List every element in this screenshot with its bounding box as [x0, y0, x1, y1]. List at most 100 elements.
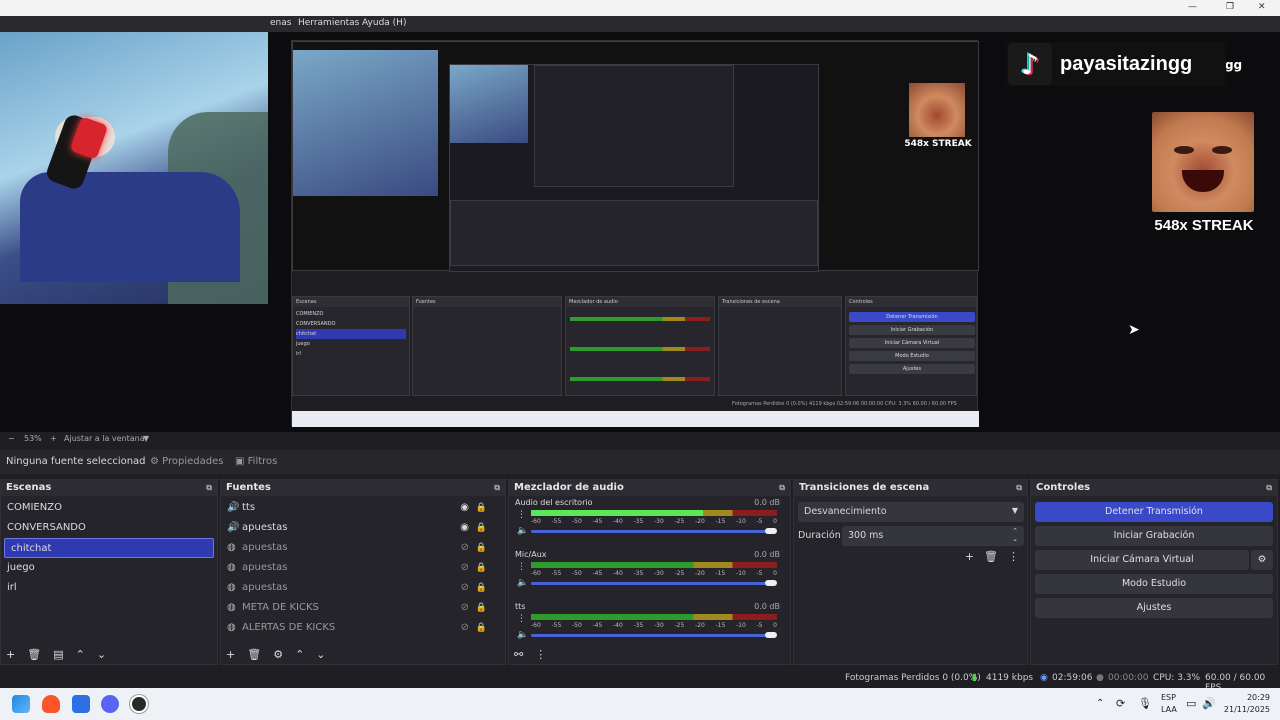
- source-item[interactable]: 🔊 apuestas ◉ 🔒: [221, 518, 505, 538]
- source-item[interactable]: 🔊 tts ◉ 🔒: [221, 498, 505, 518]
- clock-time[interactable]: 20:29: [1230, 693, 1270, 702]
- source-item[interactable]: ◍ META DE KICKS ⊘ 🔒: [221, 598, 505, 618]
- tiktok-icon: ♪: [1008, 43, 1052, 85]
- mixer-header: Mezclador de audio ⧉: [509, 480, 790, 496]
- eye-off-icon[interactable]: ⊘: [461, 578, 469, 598]
- menu-dots-icon[interactable]: ⋮: [517, 510, 526, 520]
- menu-tools[interactable]: Herramientas: [298, 18, 359, 28]
- properties-bar: Ninguna fuente seleccionad ⚙ Propiedades…: [0, 450, 1280, 474]
- filters-button[interactable]: ▣ Filtros: [235, 456, 277, 467]
- nested-status: Fotogramas Perdidos 0 (0.0%) 4119 kbps 0…: [732, 401, 957, 407]
- gear-icon[interactable]: ⚙: [273, 648, 283, 661]
- lock-icon[interactable]: 🔒: [476, 538, 487, 558]
- windows-start-icon[interactable]: [12, 695, 30, 713]
- slider-handle[interactable]: [765, 632, 777, 638]
- trash-icon[interactable]: 🗑: [27, 648, 41, 661]
- lock-icon[interactable]: 🔒: [476, 598, 487, 618]
- lock-icon[interactable]: 🔒: [476, 618, 487, 638]
- app-icon[interactable]: [72, 695, 90, 713]
- menu-dots-icon[interactable]: ⋮: [535, 648, 546, 661]
- chevron-down-icon[interactable]: ⌄: [316, 648, 325, 661]
- obs-icon[interactable]: [130, 695, 148, 713]
- lock-icon[interactable]: 🔒: [476, 518, 487, 538]
- lock-icon[interactable]: 🔒: [476, 578, 487, 598]
- mic-icon[interactable]: 🎙: [1138, 697, 1152, 710]
- pin-icon[interactable]: ⧉: [494, 483, 500, 493]
- gear-icon[interactable]: ⚙: [1251, 550, 1273, 570]
- close-icon[interactable]: ✕: [1258, 2, 1266, 12]
- preview-canvas[interactable]: ♪ payasitazingg Escenas COMIENZO CONVERS…: [0, 32, 1280, 432]
- source-item[interactable]: ◍ ALERTAS DE KICKS ⊘ 🔒: [221, 618, 505, 638]
- trash-icon[interactable]: 🗑: [984, 550, 998, 563]
- menu-dots-icon[interactable]: ⋮: [517, 562, 526, 572]
- nested-webcam: [293, 50, 438, 196]
- language-indicator[interactable]: ESP: [1161, 693, 1176, 702]
- chevron-down-icon[interactable]: ⌄: [97, 648, 106, 661]
- zoom-in-button[interactable]: +: [50, 434, 57, 443]
- sync-icon[interactable]: ⟳: [1116, 697, 1125, 710]
- discord-icon[interactable]: [101, 695, 119, 713]
- link-icon[interactable]: ⚯: [514, 648, 523, 661]
- start-recording-button[interactable]: Iniciar Grabación: [1035, 526, 1273, 546]
- source-item[interactable]: ◍ apuestas ⊘ 🔒: [221, 538, 505, 558]
- keyboard-layout[interactable]: LAA: [1161, 705, 1177, 714]
- eye-off-icon[interactable]: ⊘: [461, 558, 469, 578]
- scene-item[interactable]: juego: [1, 558, 217, 578]
- filter-icon[interactable]: ▤: [53, 648, 63, 661]
- brave-browser-icon[interactable]: [42, 695, 60, 713]
- chevron-up-icon[interactable]: ⌃: [295, 648, 304, 661]
- scene-item[interactable]: CONVERSANDO: [1, 518, 217, 538]
- add-icon[interactable]: +: [226, 648, 235, 661]
- duration-input[interactable]: 300 ms ⌃ ⌄: [842, 526, 1024, 546]
- chevron-down-icon[interactable]: ▼: [143, 434, 149, 443]
- menu-help[interactable]: Ayuda (H): [362, 18, 406, 28]
- add-icon[interactable]: +: [965, 550, 974, 563]
- source-label: META DE KICKS: [242, 602, 319, 613]
- menu-dots-icon[interactable]: ⋮: [1008, 550, 1019, 563]
- trash-icon[interactable]: 🗑: [247, 648, 261, 661]
- scene-item[interactable]: COMIENZO: [1, 498, 217, 518]
- source-item[interactable]: ◍ apuestas ⊘ 🔒: [221, 578, 505, 598]
- lock-icon[interactable]: 🔒: [476, 498, 487, 518]
- menu-dots-icon[interactable]: ⋮: [517, 614, 526, 624]
- slider-handle[interactable]: [765, 580, 777, 586]
- slider-handle[interactable]: [765, 528, 777, 534]
- lock-icon[interactable]: 🔒: [476, 558, 487, 578]
- spinner-icon[interactable]: ⌃ ⌄: [1012, 527, 1018, 543]
- pin-icon[interactable]: ⧉: [1016, 483, 1022, 493]
- nested-inner-capture: [449, 64, 819, 272]
- volume-icon[interactable]: 🔈: [517, 526, 528, 536]
- menu-scenes[interactable]: enas: [270, 18, 291, 28]
- studio-mode-button[interactable]: Modo Estudio: [1035, 574, 1273, 594]
- start-virtual-camera-button[interactable]: Iniciar Cámara Virtual: [1035, 550, 1249, 570]
- eye-icon[interactable]: ◉: [460, 498, 469, 518]
- volume-slider[interactable]: [531, 580, 777, 586]
- pin-icon[interactable]: ⧉: [206, 483, 212, 493]
- properties-button[interactable]: ⚙ Propiedades: [150, 456, 223, 467]
- pin-icon[interactable]: ⧉: [779, 483, 785, 493]
- transition-select[interactable]: Desvanecimiento ▼: [798, 502, 1024, 522]
- volume-icon[interactable]: 🔈: [517, 630, 528, 640]
- eye-off-icon[interactable]: ⊘: [461, 598, 469, 618]
- eye-off-icon[interactable]: ⊘: [461, 538, 469, 558]
- network-icon[interactable]: ▭: [1186, 697, 1196, 710]
- add-icon[interactable]: +: [6, 648, 15, 661]
- chevron-up-icon[interactable]: ⌃: [1096, 698, 1104, 709]
- stop-streaming-button[interactable]: Detener Transmisión: [1035, 502, 1273, 522]
- pin-icon[interactable]: ⧉: [1266, 483, 1272, 493]
- scene-item-selected[interactable]: chitchat: [4, 538, 214, 558]
- minimize-icon[interactable]: —: [1188, 2, 1197, 12]
- volume-slider[interactable]: [531, 632, 777, 638]
- volume-slider[interactable]: [531, 528, 777, 534]
- eye-off-icon[interactable]: ⊘: [461, 618, 469, 638]
- clock-date[interactable]: 21/11/2025: [1222, 705, 1270, 714]
- restore-icon[interactable]: ❐: [1226, 2, 1234, 12]
- scene-item[interactable]: irl: [1, 578, 217, 598]
- zoom-out-button[interactable]: −: [8, 434, 15, 443]
- eye-icon[interactable]: ◉: [460, 518, 469, 538]
- settings-button[interactable]: Ajustes: [1035, 598, 1273, 618]
- source-item[interactable]: ◍ apuestas ⊘ 🔒: [221, 558, 505, 578]
- volume-icon[interactable]: 🔈: [517, 578, 528, 588]
- chevron-up-icon[interactable]: ⌃: [76, 648, 85, 661]
- volume-icon[interactable]: 🔊: [1202, 697, 1216, 710]
